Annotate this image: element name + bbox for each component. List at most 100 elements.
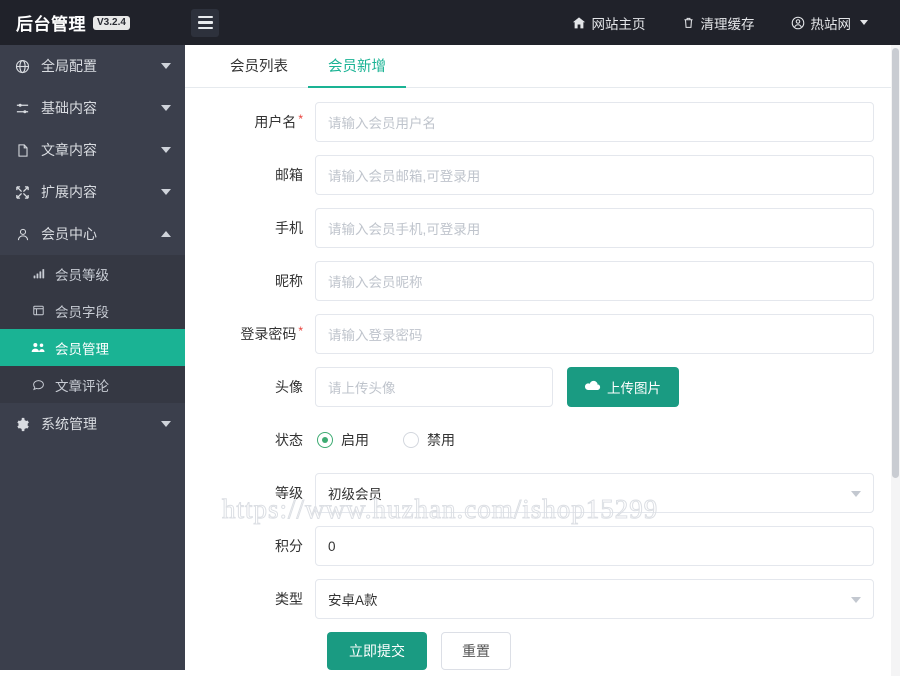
- sidebar-sub-label: 会员管理: [55, 341, 109, 357]
- reset-button[interactable]: 重置: [441, 632, 511, 670]
- sidebar-label: 系统管理: [41, 416, 97, 432]
- radio-label: 启用: [341, 432, 369, 448]
- member-add-form: 用户名 * 请输入会员用户名 邮箱 请输入会员邮箱,可登录用 手机 请输入会员手机…: [185, 88, 900, 670]
- label-text: 登录密码: [240, 326, 297, 342]
- tab-label: 会员列表: [230, 59, 288, 75]
- radio-status-disabled[interactable]: 禁用: [403, 430, 455, 450]
- label-type: 类型: [275, 591, 303, 607]
- gear-icon: [14, 417, 31, 432]
- sidebar-item-member-field[interactable]: 会员字段: [0, 292, 185, 329]
- email-input[interactable]: 请输入会员邮箱,可登录用: [315, 155, 874, 195]
- hamburger-bar: [197, 15, 213, 19]
- sidebar-sub-label: 文章评论: [55, 378, 109, 394]
- label-status: 状态: [275, 432, 303, 448]
- sidebar-item-basic-content[interactable]: 基础内容: [0, 87, 185, 129]
- sidebar-item-article-comment[interactable]: 文章评论: [0, 366, 185, 403]
- upload-image-button[interactable]: 上传图片: [567, 367, 679, 407]
- radio-label: 禁用: [427, 432, 455, 448]
- label-text: 用户名: [254, 114, 297, 130]
- topnav-label: 网站主页: [591, 16, 646, 32]
- sidebar-item-system-manage[interactable]: 系统管理: [0, 403, 185, 445]
- tab-member-list[interactable]: 会员列表: [210, 45, 308, 88]
- hamburger-icon[interactable]: [191, 8, 219, 37]
- topnav-item-home[interactable]: 网站主页: [554, 0, 664, 45]
- chevron-down-icon: [161, 147, 171, 153]
- tab-label: 会员新增: [328, 59, 386, 75]
- form-row-type: 类型 安卓A款: [185, 579, 874, 619]
- chevron-up-icon: [161, 231, 171, 237]
- sidebar-item-member-manage[interactable]: 会员管理: [0, 329, 185, 366]
- top-bar: 后台管理 V3.2.4 网站主页 清理缓存 热站网: [0, 0, 900, 45]
- sidebar-item-global-config[interactable]: 全局配置: [0, 45, 185, 87]
- points-input[interactable]: 0: [315, 526, 874, 566]
- form-row-password: 登录密码 * 请输入登录密码: [185, 314, 874, 354]
- hamburger-bar: [197, 26, 213, 30]
- home-icon: [572, 16, 586, 30]
- type-select[interactable]: 安卓A款: [315, 579, 874, 619]
- label-username: 用户名 *: [185, 112, 315, 132]
- chevron-down-icon: [851, 597, 861, 603]
- user-circle-icon: [791, 16, 805, 30]
- tab-member-add[interactable]: 会员新增: [308, 45, 406, 88]
- password-input[interactable]: 请输入登录密码: [315, 314, 874, 354]
- submit-button[interactable]: 立即提交: [327, 632, 427, 670]
- status-radio-group: 启用 禁用: [315, 430, 455, 450]
- sidebar-item-article-content[interactable]: 文章内容: [0, 129, 185, 171]
- label-mobile: 手机: [275, 220, 303, 236]
- bar-chart-icon: [30, 267, 46, 280]
- form-row-avatar: 头像 请上传头像 上传图片: [185, 367, 874, 407]
- avatar-input[interactable]: 请上传头像: [315, 367, 553, 407]
- scrollbar-thumb[interactable]: [892, 48, 899, 478]
- topnav-item-clear-cache[interactable]: 清理缓存: [664, 0, 773, 45]
- form-row-points: 积分 0: [185, 526, 874, 566]
- user-icon: [14, 227, 31, 242]
- sidebar-item-member-level[interactable]: 会员等级: [0, 255, 185, 292]
- label-email: 邮箱: [275, 167, 303, 183]
- radio-status-enabled[interactable]: 启用: [317, 430, 369, 450]
- sidebar-sub-label: 会员字段: [55, 304, 109, 320]
- sidebar: 全局配置 基础内容 文章内容 扩展内容 会员中心 会员等级 会员字段 会员管理 …: [0, 45, 185, 670]
- cloud-upload-icon: [584, 380, 601, 395]
- label-points: 积分: [275, 538, 303, 554]
- version-badge: V3.2.4: [93, 15, 130, 30]
- label-level: 等级: [275, 485, 303, 501]
- topnav-label: 清理缓存: [700, 16, 755, 32]
- file-icon: [14, 143, 31, 158]
- radio-indicator: [317, 432, 333, 448]
- sidebar-item-member-center[interactable]: 会员中心: [0, 213, 185, 255]
- form-row-username: 用户名 * 请输入会员用户名: [185, 102, 874, 142]
- upload-button-label: 上传图片: [607, 381, 661, 396]
- top-nav: 网站主页 清理缓存 热站网: [554, 0, 900, 45]
- radio-indicator: [403, 432, 419, 448]
- sidebar-label: 扩展内容: [41, 184, 97, 200]
- required-asterisk: *: [298, 324, 303, 338]
- logo-zone: 后台管理 V3.2.4: [0, 0, 185, 45]
- sidebar-label: 文章内容: [41, 142, 97, 158]
- required-asterisk: *: [298, 112, 303, 126]
- mobile-input[interactable]: 请输入会员手机,可登录用: [315, 208, 874, 248]
- chevron-down-icon: [851, 491, 861, 497]
- sidebar-label: 会员中心: [41, 226, 97, 242]
- sliders-icon: [14, 101, 31, 116]
- username-input[interactable]: 请输入会员用户名: [315, 102, 874, 142]
- hamburger-bar: [197, 21, 213, 24]
- member-center-submenu: 会员等级 会员字段 会员管理 文章评论: [0, 255, 185, 403]
- sidebar-bottom-strip: [0, 670, 185, 676]
- nickname-input[interactable]: 请输入会员昵称: [315, 261, 874, 301]
- expand-icon: [14, 185, 31, 200]
- tab-bar: 会员列表 会员新增: [185, 45, 900, 88]
- main-content: 会员列表 会员新增 用户名 * 请输入会员用户名 邮箱 请输入会员邮箱,可登录用 …: [185, 45, 900, 676]
- label-nickname: 昵称: [275, 273, 303, 289]
- form-row-mobile: 手机 请输入会员手机,可登录用: [185, 208, 874, 248]
- globe-icon: [14, 59, 31, 74]
- sidebar-item-extension-content[interactable]: 扩展内容: [0, 171, 185, 213]
- form-row-nickname: 昵称 请输入会员昵称: [185, 261, 874, 301]
- users-icon: [30, 341, 46, 354]
- sidebar-label: 基础内容: [41, 100, 97, 116]
- topnav-label: 热站网: [810, 16, 852, 32]
- topnav-item-user[interactable]: 热站网: [773, 0, 887, 45]
- level-select[interactable]: 初级会员: [315, 473, 874, 513]
- trash-icon: [682, 16, 695, 30]
- form-actions: 立即提交 重置: [185, 632, 874, 670]
- app-title: 后台管理: [16, 15, 86, 34]
